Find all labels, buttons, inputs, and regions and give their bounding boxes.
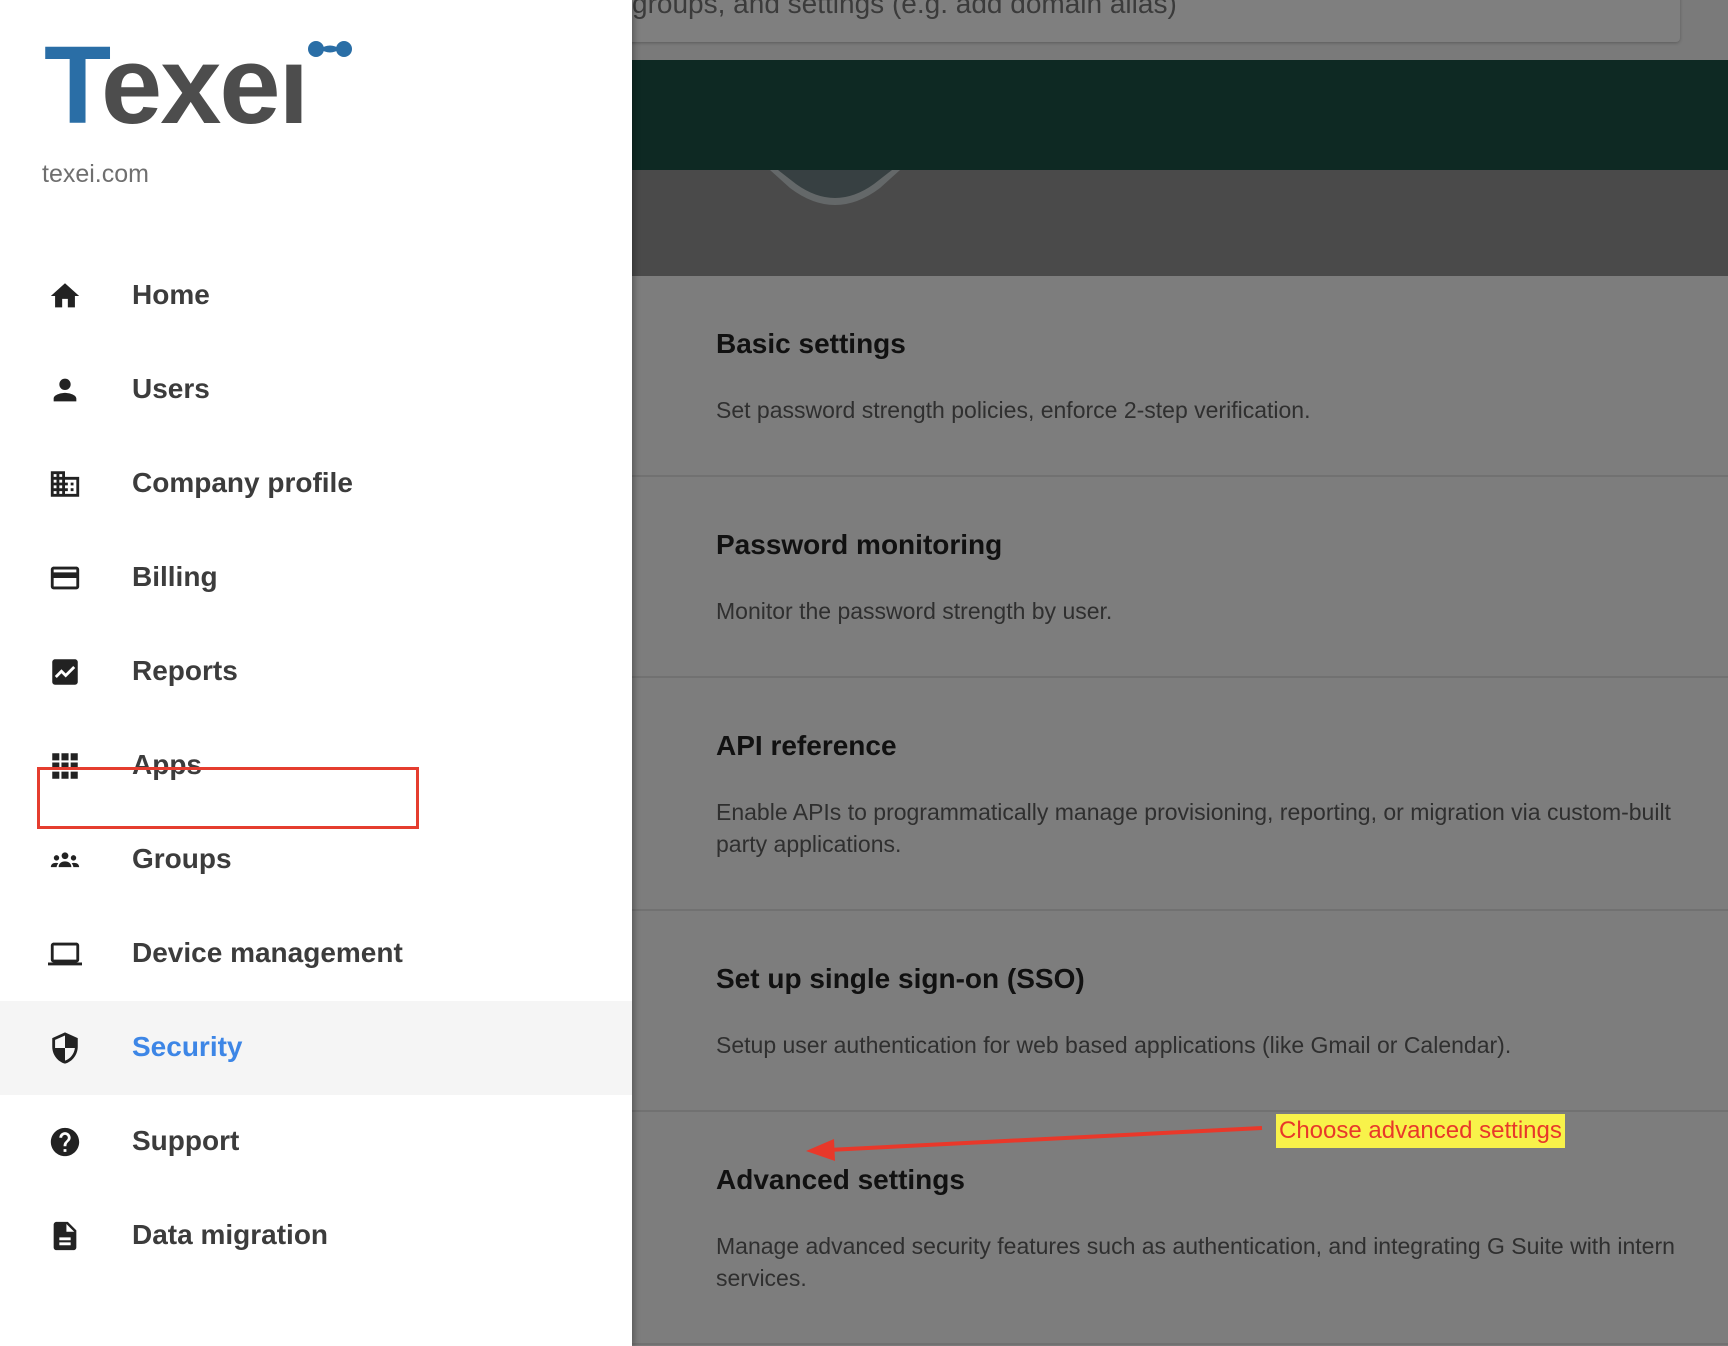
sidebar-item-label: Device management (132, 937, 403, 968)
data-migration-icon (48, 1219, 82, 1253)
sidebar-item-device-management[interactable]: Device management (0, 907, 632, 1001)
groups-icon (48, 843, 82, 877)
sidebar-item-support[interactable]: Support (0, 1095, 632, 1189)
sidebar-item-label: Users (132, 373, 210, 404)
person-icon (48, 373, 82, 407)
sidebar-item-label: Reports (132, 655, 238, 686)
sidebar-item-data-migration[interactable]: Data migration (0, 1189, 632, 1283)
domain-name: texei.com (42, 160, 149, 188)
sidebar-item-users[interactable]: Users (0, 343, 632, 437)
credit-card-icon (48, 561, 82, 595)
sidebar-item-billing[interactable]: Billing (0, 531, 632, 625)
home-icon (48, 279, 82, 313)
chart-icon (48, 655, 82, 689)
sidebar-item-label: Security (132, 1031, 243, 1062)
sidebar-item-label: Company profile (132, 467, 353, 498)
sidebar-item-home[interactable]: Home (0, 249, 632, 343)
help-icon (48, 1125, 82, 1159)
sidebar-item-label: Groups (132, 843, 232, 874)
sidebar-item-security[interactable]: Security (0, 1001, 632, 1095)
logo-dots-icon (308, 41, 352, 57)
building-icon (48, 467, 82, 501)
sidebar-item-label: Data migration (132, 1219, 329, 1250)
shield-icon (48, 1031, 82, 1065)
sidebar-item-company-profile[interactable]: Company profile (0, 437, 632, 531)
annotation-label: Choose advanced settings (1276, 1114, 1565, 1148)
navigation-drawer: Texeı texei.com Home Users Company profi… (0, 0, 632, 1346)
sidebar-item-label: Home (132, 279, 210, 310)
drawer-nav-list: Home Users Company profile Billing Repor… (0, 249, 632, 1283)
sidebar-item-label: Billing (132, 561, 218, 592)
laptop-icon (48, 937, 82, 971)
sidebar-item-label: Support (132, 1125, 240, 1156)
security-highlight-box (37, 767, 419, 829)
sidebar-item-reports[interactable]: Reports (0, 625, 632, 719)
